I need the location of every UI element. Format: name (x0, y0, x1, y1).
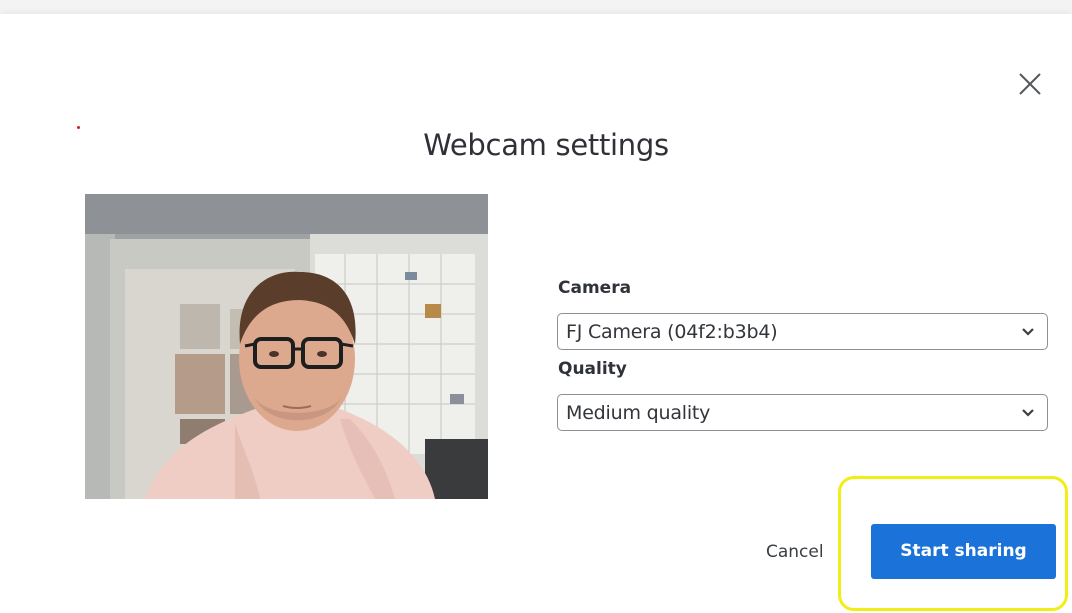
quality-select[interactable]: Medium quality (557, 394, 1048, 431)
close-button[interactable] (1014, 68, 1046, 100)
quality-select-value: Medium quality (566, 402, 711, 424)
camera-select[interactable]: FJ Camera (04f2:b3b4) (557, 313, 1048, 350)
quality-label: Quality (558, 359, 627, 379)
chevron-down-icon (1021, 408, 1035, 418)
dialog-title: Webcam settings (423, 128, 669, 162)
webcam-preview (85, 194, 488, 499)
start-sharing-button[interactable]: Start sharing (871, 524, 1056, 579)
close-icon (1019, 73, 1041, 95)
camera-select-value: FJ Camera (04f2:b3b4) (566, 321, 778, 343)
webcam-settings-dialog: Webcam settings Camera FJ Camera (04f2:b… (0, 14, 1072, 613)
camera-label: Camera (558, 278, 632, 298)
webcam-preview-image (85, 194, 488, 499)
chevron-down-icon (1021, 327, 1035, 337)
cancel-button[interactable]: Cancel (766, 542, 824, 562)
